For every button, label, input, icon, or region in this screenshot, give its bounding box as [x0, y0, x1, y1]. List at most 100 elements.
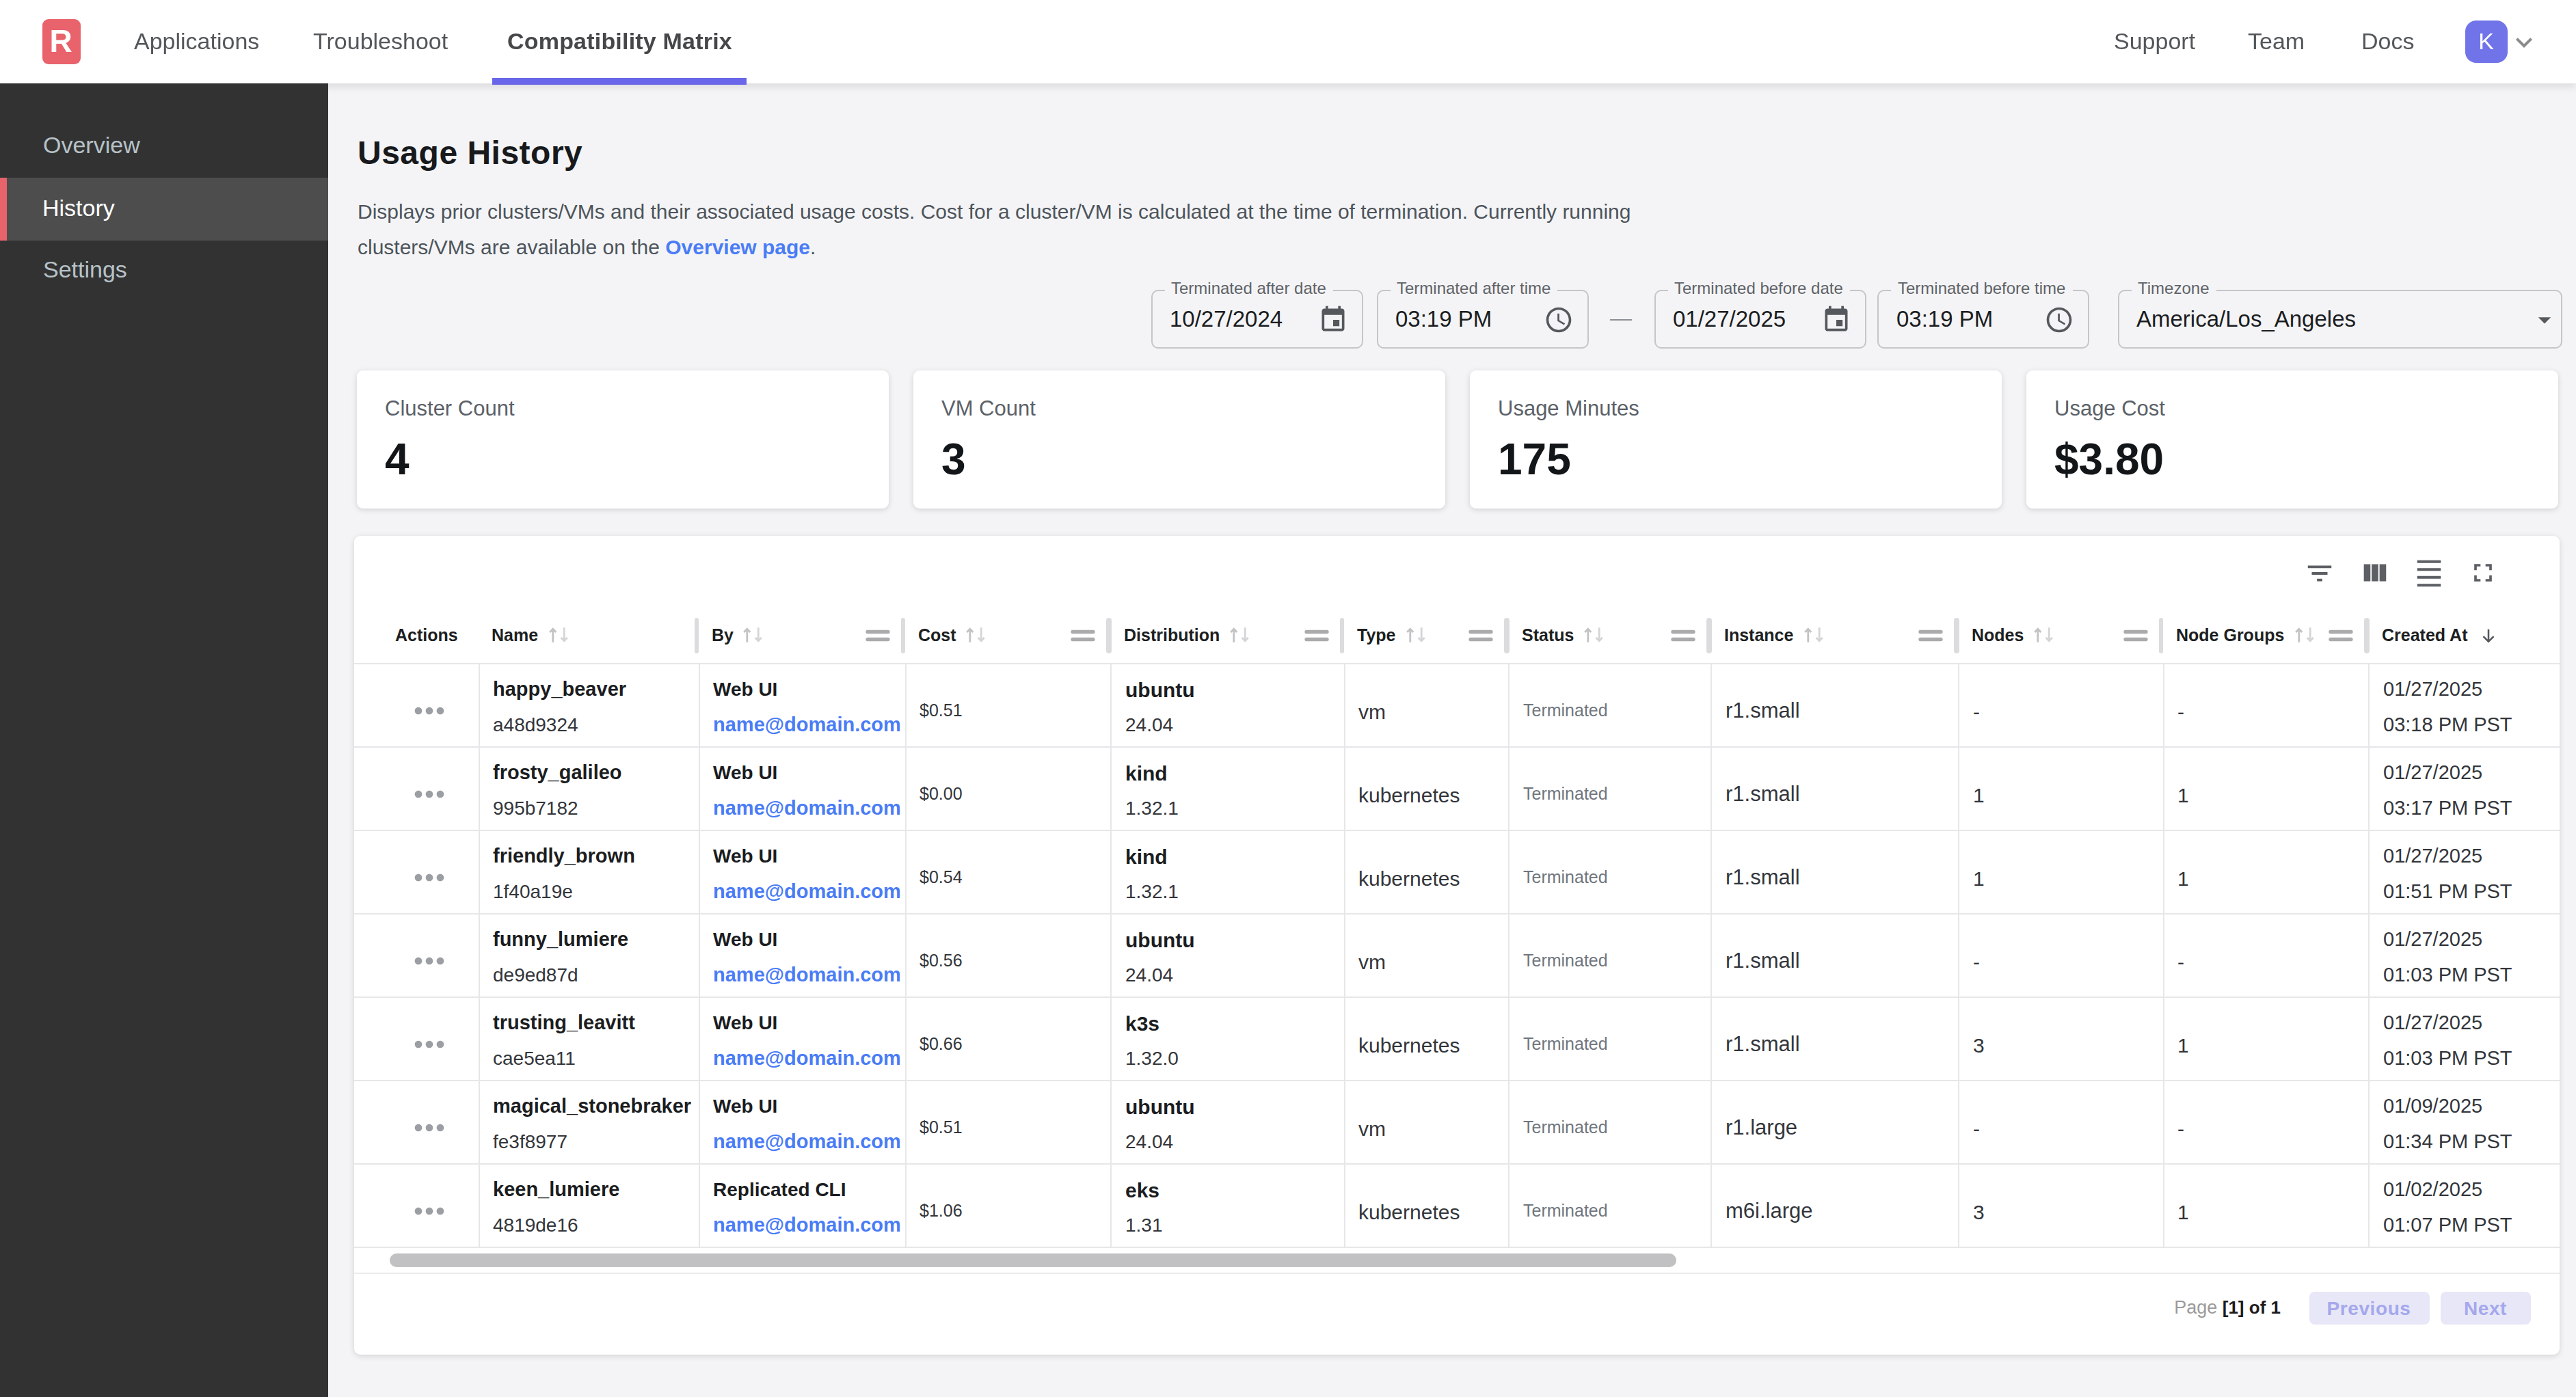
sort-icon[interactable] — [2032, 624, 2055, 647]
drag-handle-icon[interactable] — [2327, 622, 2354, 649]
columns-icon[interactable] — [2358, 557, 2389, 588]
cell-by: Replicated CLIname@domain.com — [698, 1164, 904, 1246]
table-row[interactable]: happy_beavera48d9324 Web UIname@domain.c… — [353, 662, 2559, 746]
nav-tab-support[interactable]: Support — [2114, 0, 2195, 83]
sidebar-item-settings[interactable]: Settings — [0, 240, 328, 302]
next-page-button[interactable]: Next — [2440, 1292, 2531, 1325]
more-actions-icon[interactable] — [407, 772, 451, 816]
distro-name: k3s — [1125, 1006, 1343, 1041]
creator-email[interactable]: name@domain.com — [713, 791, 904, 826]
column-header-name[interactable]: Name — [478, 608, 698, 662]
filter-icon[interactable] — [2303, 557, 2335, 588]
column-separator[interactable] — [1106, 618, 1111, 653]
column-separator[interactable] — [2158, 618, 2163, 653]
column-header-instance[interactable]: Instance — [1710, 608, 1958, 662]
column-header-nodes[interactable]: Nodes — [1958, 608, 2162, 662]
nav-tab-compatibility-matrix[interactable]: Compatibility Matrix — [507, 0, 732, 83]
sort-icon[interactable] — [2292, 624, 2316, 647]
sort-icon[interactable] — [546, 624, 569, 647]
more-actions-icon[interactable] — [407, 689, 451, 733]
creator-email[interactable]: name@domain.com — [713, 707, 904, 742]
chevron-down-icon[interactable] — [2508, 26, 2540, 59]
nav-tab-team[interactable]: Team — [2248, 0, 2305, 83]
table-row[interactable]: friendly_brown1f40a19e Web UIname@domain… — [353, 829, 2559, 912]
sort-icon[interactable] — [965, 624, 988, 647]
nav-tab-applications[interactable]: Applications — [134, 0, 259, 83]
creator-email[interactable]: name@domain.com — [713, 1124, 904, 1159]
sort-icon[interactable] — [1582, 624, 1605, 647]
nav-tab-troubleshoot[interactable]: Troubleshoot — [313, 0, 448, 83]
terminated-after-date-value[interactable]: 10/27/2024 — [1170, 290, 1283, 347]
column-header-cost[interactable]: Cost — [904, 608, 1110, 662]
drag-handle-icon[interactable] — [1069, 622, 1097, 649]
column-separator[interactable] — [694, 618, 699, 653]
clock-icon[interactable] — [1543, 304, 1573, 334]
dropdown-arrow-icon[interactable] — [2530, 304, 2560, 334]
user-avatar[interactable]: K — [2465, 21, 2507, 63]
column-separator[interactable] — [1706, 618, 1711, 653]
column-header-by[interactable]: By — [698, 608, 904, 662]
drag-handle-icon[interactable] — [1467, 622, 1494, 649]
status-value: Terminated — [1523, 701, 1608, 720]
fullscreen-icon[interactable] — [2467, 557, 2499, 588]
replicated-logo[interactable]: R — [42, 18, 80, 64]
drag-handle-icon[interactable] — [863, 622, 891, 649]
column-separator[interactable] — [1504, 618, 1509, 653]
more-actions-icon[interactable] — [407, 1106, 451, 1150]
terminated-before-time-field[interactable]: Terminated before time 03:19 PM — [1877, 289, 2089, 348]
column-separator[interactable] — [1339, 618, 1344, 653]
creator-email[interactable]: name@domain.com — [713, 1208, 904, 1243]
creator-email[interactable]: name@domain.com — [713, 958, 904, 992]
terminated-after-date-field[interactable]: Terminated after date 10/27/2024 — [1151, 289, 1363, 348]
clock-icon[interactable] — [2044, 304, 2074, 334]
column-separator[interactable] — [1954, 618, 1959, 653]
overview-page-link[interactable]: Overview page — [665, 234, 810, 258]
terminated-before-date-field[interactable]: Terminated before date 01/27/2025 — [1654, 289, 1866, 348]
creator-email[interactable]: name@domain.com — [713, 874, 904, 909]
calendar-icon[interactable] — [1317, 304, 1347, 334]
density-icon[interactable] — [2413, 557, 2444, 588]
terminated-after-time-field[interactable]: Terminated after time 03:19 PM — [1376, 289, 1588, 348]
creator-email[interactable]: name@domain.com — [713, 1041, 904, 1076]
nav-tab-docs[interactable]: Docs — [2361, 0, 2414, 83]
column-header-type[interactable]: Type — [1343, 608, 1508, 662]
horizontal-scrollbar-thumb[interactable] — [389, 1253, 1676, 1266]
more-actions-icon[interactable] — [407, 939, 451, 983]
table-row[interactable]: funny_lumierede9ed87d Web UIname@domain.… — [353, 912, 2559, 996]
drag-handle-icon[interactable] — [2121, 622, 2149, 649]
terminated-before-date-value[interactable]: 01/27/2025 — [1673, 290, 1786, 347]
sidebar-item-overview[interactable]: Overview — [0, 116, 328, 178]
terminated-before-time-value[interactable]: 03:19 PM — [1896, 290, 1993, 347]
sort-icon[interactable] — [1801, 624, 1825, 647]
more-actions-icon[interactable] — [407, 1189, 451, 1233]
column-header-distribution[interactable]: Distribution — [1110, 608, 1343, 662]
description-line2: clusters/VMs are available on the — [358, 234, 660, 258]
sort-icon[interactable] — [1404, 624, 1427, 647]
sort-icon[interactable] — [742, 624, 765, 647]
cluster-id: 4819de16 — [493, 1208, 698, 1243]
previous-page-button[interactable]: Previous — [2309, 1292, 2429, 1325]
drag-handle-icon[interactable] — [1302, 622, 1330, 649]
table-row[interactable]: frosty_galileo995b7182 Web UIname@domain… — [353, 746, 2559, 829]
column-header-created-at[interactable]: Created At — [2368, 608, 2559, 662]
node-groups-value: - — [2177, 1116, 2184, 1139]
timezone-select[interactable]: Timezone America/Los_Angeles — [2117, 289, 2562, 348]
more-actions-icon[interactable] — [407, 856, 451, 899]
sorted-desc-icon[interactable] — [2479, 626, 2498, 645]
column-separator[interactable] — [2364, 618, 2369, 653]
node-groups-value: - — [2177, 699, 2184, 722]
timezone-value[interactable]: America/Los_Angeles — [2136, 290, 2356, 347]
drag-handle-icon[interactable] — [1669, 622, 1697, 649]
drag-handle-icon[interactable] — [1917, 622, 1944, 649]
terminated-after-time-value[interactable]: 03:19 PM — [1395, 290, 1492, 347]
column-header-status[interactable]: Status — [1508, 608, 1710, 662]
calendar-icon[interactable] — [1821, 304, 1851, 334]
sidebar-item-history[interactable]: History — [0, 178, 328, 240]
table-row[interactable]: keen_lumiere4819de16 Replicated CLIname@… — [353, 1163, 2559, 1246]
sort-icon[interactable] — [1228, 624, 1251, 647]
column-separator[interactable] — [900, 618, 905, 653]
more-actions-icon[interactable] — [407, 1022, 451, 1066]
table-row[interactable]: trusting_leavittcae5ea11 Web UIname@doma… — [353, 996, 2559, 1079]
table-row[interactable]: magical_stonebrakerfe3f8977 Web UIname@d… — [353, 1079, 2559, 1163]
column-header-node-groups[interactable]: Node Groups — [2162, 608, 2368, 662]
